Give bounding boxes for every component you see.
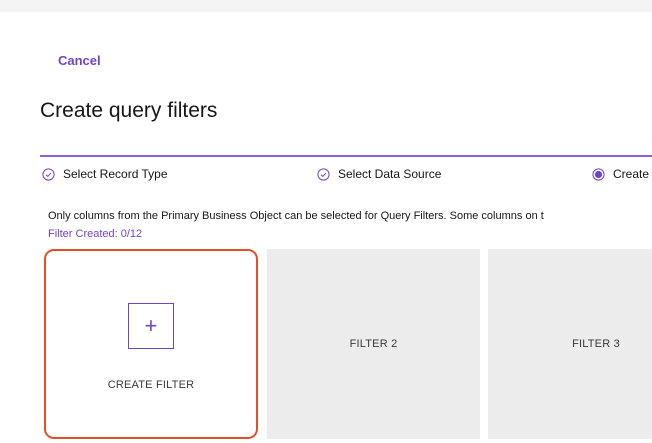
step-create[interactable]: Create xyxy=(592,166,649,182)
info-text: Only columns from the Primary Business O… xyxy=(48,210,544,222)
filter-3-label: FILTER 3 xyxy=(572,338,620,350)
page-title: Create query filters xyxy=(40,99,218,122)
cancel-link[interactable]: Cancel xyxy=(58,53,101,68)
filter-3-tile[interactable]: FILTER 3 xyxy=(488,249,652,439)
create-filter-label: CREATE FILTER xyxy=(107,379,195,391)
step-select-record-type[interactable]: Select Record Type xyxy=(42,166,168,182)
step-label: Select Data Source xyxy=(338,167,442,181)
create-filter-tile[interactable]: + CREATE FILTER xyxy=(44,249,258,439)
checkmark-outline-icon xyxy=(317,167,330,181)
checkmark-outline-icon xyxy=(42,167,55,181)
step-label: Select Record Type xyxy=(63,167,168,181)
current-step-icon xyxy=(592,167,605,181)
step-label: Create xyxy=(613,167,650,181)
filter-2-label: FILTER 2 xyxy=(349,338,398,350)
plus-icon: + xyxy=(128,303,174,349)
step-select-data-source[interactable]: Select Data Source xyxy=(317,166,441,182)
progress-track xyxy=(40,155,652,157)
filter-2-tile[interactable]: FILTER 2 xyxy=(267,249,480,439)
filter-counter: Filter Created: 0/12 xyxy=(48,228,143,240)
